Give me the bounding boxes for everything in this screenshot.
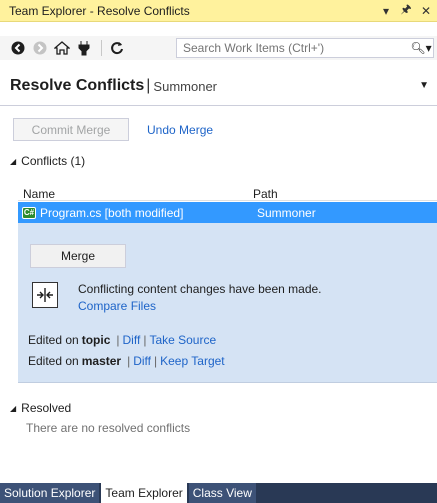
conflict-row[interactable]: C# Program.cs [both modified] Summoner xyxy=(18,202,437,223)
keep-target-link[interactable]: Keep Target xyxy=(160,354,225,368)
search-input[interactable] xyxy=(183,41,409,55)
bottom-tab-bar: Solution Explorer Team Explorer Class Vi… xyxy=(0,483,437,503)
pipe-separator: | xyxy=(127,354,131,368)
dropdown-arrow-icon[interactable]: ▾ xyxy=(377,2,395,20)
merge-actions: Commit Merge Undo Merge xyxy=(13,118,213,141)
diff-topic-link[interactable]: Diff xyxy=(123,333,141,347)
edited-on-master-line: Edited on master | Diff | Keep Target xyxy=(28,354,225,368)
chevron-down-icon[interactable]: ▼ xyxy=(419,80,429,91)
branch-topic: topic xyxy=(81,333,111,347)
resolved-label: Resolved xyxy=(21,401,72,415)
column-header-name[interactable]: Name xyxy=(18,187,253,201)
pipe-separator: | xyxy=(154,354,158,368)
csharp-file-icon: C# xyxy=(22,206,36,219)
edited-on-label: Edited on xyxy=(28,354,79,368)
conflict-file-name: Program.cs [both modified] xyxy=(40,205,184,220)
header-separator: | xyxy=(146,76,151,94)
toolbar-separator xyxy=(101,40,102,56)
tab-solution-explorer[interactable]: Solution Explorer xyxy=(0,483,100,503)
close-icon[interactable]: ✕ xyxy=(417,2,435,20)
conflict-message: Conflicting content changes have been ma… xyxy=(78,282,322,296)
edited-on-label: Edited on xyxy=(28,333,79,347)
edited-on-topic-line: Edited on topic | Diff | Take Source xyxy=(28,333,216,347)
title-bar: Team Explorer - Resolve Conflicts ▾ 🖈︎ ✕ xyxy=(0,0,437,22)
forward-icon[interactable] xyxy=(30,38,50,58)
resolved-section-header[interactable]: ◢ Resolved xyxy=(10,401,71,415)
take-source-link[interactable]: Take Source xyxy=(149,333,216,347)
column-header-path[interactable]: Path xyxy=(253,187,437,201)
tab-team-explorer[interactable]: Team Explorer xyxy=(101,483,187,503)
search-icon[interactable]: 🔍︎▾ xyxy=(409,41,433,55)
search-work-items: 🔍︎▾ xyxy=(176,38,434,58)
compare-files-link[interactable]: Compare Files xyxy=(78,299,156,313)
page-header: Resolve Conflicts | Summoner ▼ xyxy=(0,66,437,106)
pipe-separator: | xyxy=(143,333,147,347)
window-title: Team Explorer - Resolve Conflicts xyxy=(9,3,190,18)
repository-name[interactable]: Summoner xyxy=(153,79,217,94)
pin-icon[interactable]: 🖈︎ xyxy=(397,2,415,20)
conflicts-section-header[interactable]: ◢ Conflicts (1) xyxy=(10,154,85,168)
undo-merge-link[interactable]: Undo Merge xyxy=(147,123,213,137)
home-icon[interactable] xyxy=(52,38,72,58)
diff-master-link[interactable]: Diff xyxy=(133,354,151,368)
conflict-file-path: Summoner xyxy=(257,205,316,220)
commit-merge-button[interactable]: Commit Merge xyxy=(13,118,129,141)
grid-divider xyxy=(18,200,437,201)
connect-icon[interactable] xyxy=(74,38,94,58)
conflicts-grid-header: Name Path xyxy=(18,181,437,201)
tab-class-view[interactable]: Class View xyxy=(188,483,256,503)
resolved-empty-text: There are no resolved conflicts xyxy=(26,421,191,435)
merge-conflict-icon xyxy=(32,282,58,308)
refresh-icon[interactable] xyxy=(107,38,127,58)
back-icon[interactable] xyxy=(8,38,28,58)
conflict-details-panel: Merge Conflicting content changes have b… xyxy=(18,223,437,383)
conflicts-label: Conflicts (1) xyxy=(21,154,86,168)
toolbar: 🔍︎▾ xyxy=(0,36,437,60)
branch-master: master xyxy=(81,354,122,368)
pipe-separator: | xyxy=(116,333,120,347)
collapse-triangle-icon[interactable]: ◢ xyxy=(10,404,16,413)
page-title: Resolve Conflicts xyxy=(10,76,145,94)
merge-button[interactable]: Merge xyxy=(30,244,126,268)
collapse-triangle-icon[interactable]: ◢ xyxy=(10,157,16,166)
